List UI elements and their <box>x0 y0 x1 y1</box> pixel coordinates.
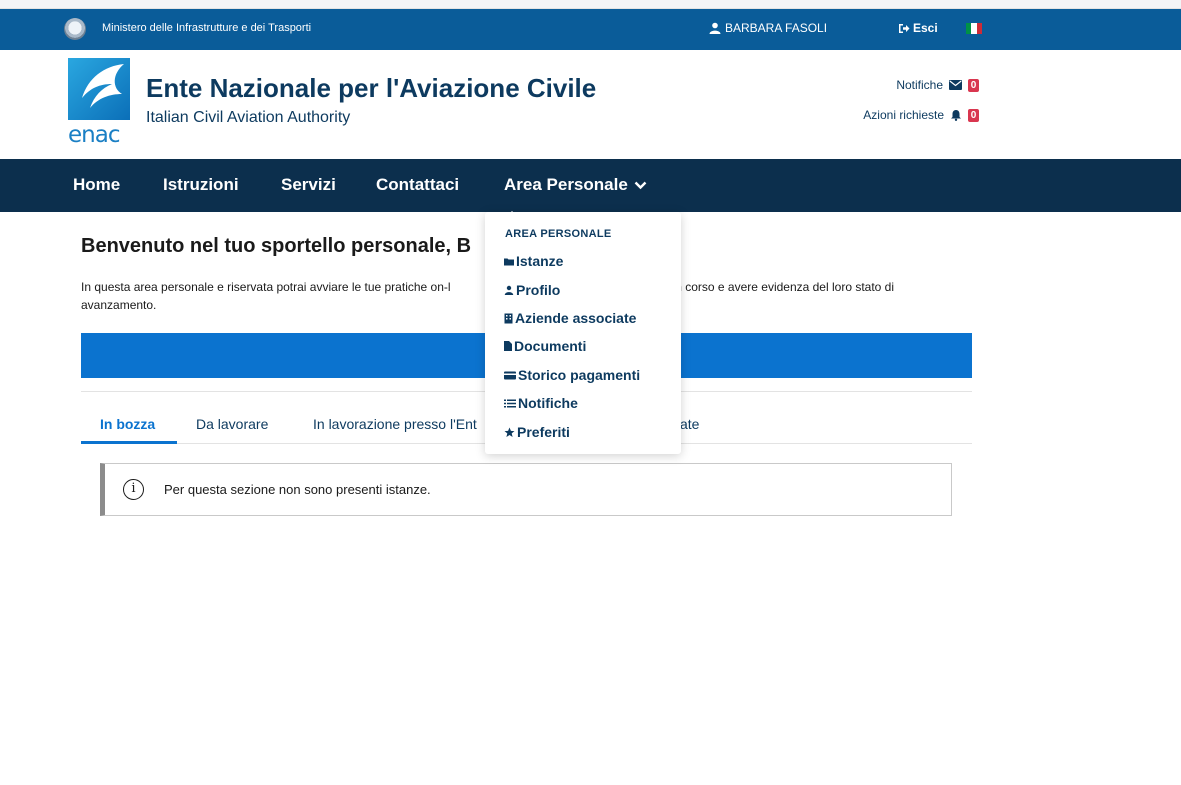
flag-stripe-red <box>976 23 982 34</box>
logo-mark-icon <box>68 58 130 120</box>
bell-icon <box>951 110 961 121</box>
ministry-emblem-icon <box>64 18 86 40</box>
user-icon <box>504 285 514 295</box>
active-tab-indicator <box>81 441 177 444</box>
ministry-link[interactable]: Ministero delle Infrastrutture e dei Tra… <box>102 22 311 34</box>
dropdown-item-label: Istanze <box>516 253 564 269</box>
language-flag-icon[interactable] <box>966 23 982 34</box>
required-actions-link[interactable]: Azioni richieste 0 <box>863 108 979 122</box>
star-icon <box>504 427 515 437</box>
dropdown-item-profilo[interactable]: Profilo <box>504 282 560 298</box>
intro-text-line2: avanzamento. <box>81 298 157 312</box>
logo-wordmark: enac <box>68 122 120 148</box>
dropdown-item-notifiche[interactable]: Notifiche <box>504 395 578 411</box>
logout-button[interactable]: Esci <box>898 21 938 35</box>
notifications-count-badge: 0 <box>968 78 979 92</box>
intro-text-right: e in corso e avere evidenza del loro sta… <box>662 280 895 294</box>
dropdown-item-istanze[interactable]: Istanze <box>504 253 563 269</box>
dropdown-item-label: Documenti <box>514 338 587 354</box>
dropdown-item-label: Preferiti <box>517 424 570 440</box>
building-icon <box>504 313 513 323</box>
nav-item-area-personale[interactable]: Area Personale <box>504 175 647 195</box>
empty-state-callout: i Per questa sezione non sono presenti i… <box>100 463 952 516</box>
document-icon <box>504 341 512 351</box>
welcome-heading: Benvenuto nel tuo sportello personale, B <box>81 235 472 257</box>
ministry-bar: Ministero delle Infrastrutture e dei Tra… <box>0 9 1181 50</box>
user-profile-link[interactable]: BARBARA FASOLI <box>709 21 827 35</box>
dropdown-item-label: Profilo <box>516 282 561 298</box>
notifications-label: Notifiche <box>896 78 943 92</box>
list-icon <box>504 399 516 407</box>
required-actions-count-badge: 0 <box>968 108 979 122</box>
dropdown-item-label: Storico pagamenti <box>518 367 641 383</box>
user-name: BARBARA FASOLI <box>725 21 828 35</box>
nav-item-area-personale-label: Area Personale <box>504 175 628 194</box>
dropdown-item-preferiti[interactable]: Preferiti <box>504 424 570 440</box>
credit-card-icon <box>504 371 516 379</box>
sign-out-icon <box>899 23 910 33</box>
dropdown-header: AREA PERSONALE <box>505 228 612 240</box>
site-title: Ente Nazionale per l'Aviazione Civile <box>146 73 597 103</box>
folder-icon <box>504 258 514 265</box>
tab-in-bozza[interactable]: In bozza <box>100 416 155 432</box>
envelope-icon <box>949 80 962 90</box>
site-header: enac Ente Nazionale per l'Aviazione Civi… <box>0 50 1181 159</box>
empty-state-message: Per questa sezione non sono presenti ist… <box>164 482 431 497</box>
tab-in-lavorazione[interactable]: In lavorazione presso l'Ent <box>313 416 477 432</box>
dropdown-item-label: Aziende associate <box>515 310 637 326</box>
dropdown-item-storico-pagamenti[interactable]: Storico pagamenti <box>504 367 640 383</box>
nav-item-contattaci[interactable]: Contattaci <box>376 175 459 195</box>
main-nav: Home Istruzioni Servizi Contattaci Area … <box>0 159 1181 219</box>
required-actions-label: Azioni richieste <box>863 108 944 122</box>
dropdown-item-documenti[interactable]: Documenti <box>504 338 586 354</box>
nav-item-servizi[interactable]: Servizi <box>281 175 336 195</box>
intro-text-left: In questa area personale e riservata pot… <box>81 280 451 294</box>
info-icon: i <box>123 479 144 500</box>
user-icon <box>709 22 721 34</box>
nav-item-istruzioni[interactable]: Istruzioni <box>163 175 239 195</box>
area-personale-dropdown: AREA PERSONALE Istanze Profilo Aziende a… <box>485 212 681 454</box>
tab-concluse[interactable]: ate <box>680 416 699 432</box>
tab-da-lavorare[interactable]: Da lavorare <box>196 416 268 432</box>
enac-logo[interactable]: enac <box>68 58 130 148</box>
dropdown-item-label: Notifiche <box>518 395 578 411</box>
logout-label: Esci <box>913 21 938 35</box>
browser-top-edge <box>0 0 1181 9</box>
chevron-down-icon <box>634 181 647 189</box>
notifications-link[interactable]: Notifiche 0 <box>896 78 979 92</box>
nav-item-home[interactable]: Home <box>73 175 120 195</box>
site-subtitle: Italian Civil Aviation Authority <box>146 109 351 126</box>
dropdown-item-aziende-associate[interactable]: Aziende associate <box>504 310 636 326</box>
